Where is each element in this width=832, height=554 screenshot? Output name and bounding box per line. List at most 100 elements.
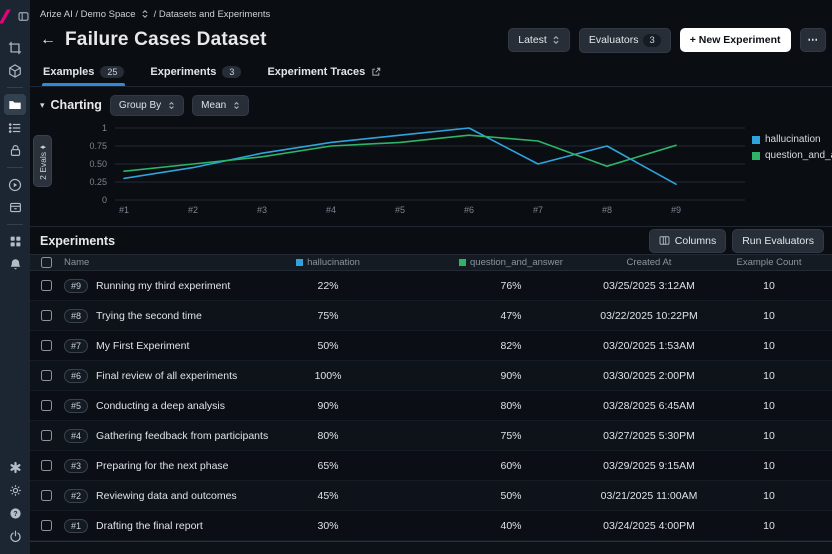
table-header-row: Name hallucination question_and_answer C… bbox=[30, 254, 832, 271]
copilot-flower-icon[interactable] bbox=[4, 457, 26, 478]
created-at: 03/20/2025 1:53AM bbox=[586, 340, 712, 352]
column-header-name[interactable]: Name bbox=[64, 257, 280, 268]
evals-count-label: 2 Evals bbox=[38, 152, 48, 180]
svg-text:#7: #7 bbox=[533, 205, 543, 215]
row-checkbox[interactable] bbox=[41, 400, 52, 411]
tab-experiments[interactable]: Experiments 3 bbox=[149, 58, 242, 86]
example-count: 10 bbox=[712, 280, 826, 292]
row-checkbox[interactable] bbox=[41, 280, 52, 291]
example-count: 10 bbox=[712, 400, 826, 412]
row-checkbox[interactable] bbox=[41, 340, 52, 351]
created-at: 03/29/2025 9:15AM bbox=[586, 460, 712, 472]
column-header-question-and-answer[interactable]: question_and_answer bbox=[436, 257, 586, 268]
experiment-number-badge: #2 bbox=[64, 489, 88, 503]
table-row[interactable]: #1 Drafting the final report 30% 40% 03/… bbox=[30, 511, 832, 541]
hallucination-score: 75% bbox=[280, 310, 376, 322]
legend-swatch bbox=[752, 152, 760, 160]
new-experiment-button[interactable]: + New Experiment bbox=[680, 28, 791, 52]
evaluators-button[interactable]: Evaluators 3 bbox=[579, 28, 671, 53]
play-circle-icon[interactable] bbox=[4, 174, 26, 195]
list-icon[interactable] bbox=[4, 117, 26, 138]
archive-icon[interactable] bbox=[4, 197, 26, 218]
experiment-number-badge: #8 bbox=[64, 309, 88, 323]
table-row[interactable]: #6 Final review of all experiments 100% … bbox=[30, 361, 832, 391]
experiment-number-badge: #7 bbox=[64, 339, 88, 353]
experiment-name: Drafting the final report bbox=[96, 520, 203, 532]
aggregation-dropdown[interactable]: Mean bbox=[192, 95, 249, 116]
row-checkbox[interactable] bbox=[41, 310, 52, 321]
tab-experiment-traces[interactable]: Experiment Traces bbox=[266, 58, 382, 86]
trace-icon[interactable] bbox=[4, 37, 26, 58]
settings-gear-icon[interactable] bbox=[4, 480, 26, 501]
svg-text:#5: #5 bbox=[395, 205, 405, 215]
row-checkbox[interactable] bbox=[41, 460, 52, 471]
question-and-answer-swatch bbox=[459, 259, 466, 266]
row-checkbox[interactable] bbox=[41, 520, 52, 531]
select-all-checkbox[interactable] bbox=[41, 257, 52, 268]
datasets-folder-icon[interactable] bbox=[4, 94, 26, 115]
back-arrow-icon[interactable]: ← bbox=[40, 32, 56, 48]
evaluators-count-badge: 3 bbox=[643, 34, 660, 47]
apps-grid-icon[interactable] bbox=[4, 231, 26, 252]
latest-dropdown[interactable]: Latest bbox=[508, 28, 570, 52]
lock-icon[interactable] bbox=[4, 140, 26, 161]
row-checkbox[interactable] bbox=[41, 370, 52, 381]
package-icon[interactable] bbox=[4, 60, 26, 81]
experiments-section: Experiments Columns Run Evaluators Name bbox=[30, 226, 832, 541]
group-by-dropdown[interactable]: Group By bbox=[110, 95, 184, 116]
svg-text:0: 0 bbox=[102, 195, 107, 205]
charting-controls: ▾ Charting Group By Mean bbox=[30, 87, 832, 118]
title-row: ← Failure Cases Dataset Latest Evaluator… bbox=[30, 26, 832, 58]
evals-expander[interactable]: ◂▸ 2 Evals bbox=[33, 135, 52, 187]
question-and-answer-score: 82% bbox=[436, 340, 586, 352]
legend-swatch bbox=[752, 136, 760, 144]
experiment-number-badge: #6 bbox=[64, 369, 88, 383]
arize-logo-icon[interactable] bbox=[0, 6, 16, 27]
breadcrumb-section[interactable]: / Datasets and Experiments bbox=[154, 9, 271, 20]
run-evaluators-button[interactable]: Run Evaluators bbox=[732, 229, 824, 253]
breadcrumb-space[interactable]: Arize AI / Demo Space bbox=[40, 9, 136, 20]
tab-examples[interactable]: Examples 25 bbox=[42, 58, 125, 86]
legend-item-question_and_answer[interactable]: question_and_answer bbox=[752, 150, 832, 161]
expand-horizontal-icon: ◂▸ bbox=[40, 143, 45, 151]
svg-text:#8: #8 bbox=[602, 205, 612, 215]
bell-icon[interactable] bbox=[4, 254, 26, 275]
line-chart-canvas[interactable]: 10.750.500.250#1#2#3#4#5#6#7#8#9 bbox=[30, 118, 832, 218]
more-menu-button[interactable]: ⋯ bbox=[800, 28, 827, 52]
panel-toggle-icon[interactable] bbox=[17, 6, 30, 27]
svg-text:#6: #6 bbox=[464, 205, 474, 215]
table-row[interactable]: #4 Gathering feedback from participants … bbox=[30, 421, 832, 451]
footer-strip bbox=[30, 541, 832, 554]
experiment-name: Running my third experiment bbox=[96, 280, 230, 292]
column-header-example-count[interactable]: Example Count bbox=[712, 257, 826, 268]
created-at: 03/27/2025 5:30PM bbox=[586, 430, 712, 442]
table-row[interactable]: #8 Trying the second time 75% 47% 03/22/… bbox=[30, 301, 832, 331]
question-and-answer-score: 75% bbox=[436, 430, 586, 442]
svg-text:0.50: 0.50 bbox=[89, 159, 107, 169]
table-row[interactable]: #2 Reviewing data and outcomes 45% 50% 0… bbox=[30, 481, 832, 511]
column-header-created-at[interactable]: Created At bbox=[586, 257, 712, 268]
column-header-hallucination[interactable]: hallucination bbox=[280, 257, 376, 268]
table-row[interactable]: #5 Conducting a deep analysis 90% 80% 03… bbox=[30, 391, 832, 421]
collapse-caret-icon[interactable]: ▾ bbox=[40, 100, 45, 111]
external-link-icon bbox=[371, 67, 381, 77]
charting-section-title[interactable]: ▾ Charting bbox=[40, 98, 102, 112]
hallucination-score: 80% bbox=[280, 430, 376, 442]
experiment-number-badge: #3 bbox=[64, 459, 88, 473]
question-and-answer-score: 50% bbox=[436, 490, 586, 502]
evals-chart[interactable]: 10.750.500.250#1#2#3#4#5#6#7#8#9 ◂▸ 2 Ev… bbox=[30, 118, 832, 226]
help-icon[interactable]: ? bbox=[4, 503, 26, 524]
created-at: 03/22/2025 10:22PM bbox=[586, 310, 712, 322]
row-checkbox[interactable] bbox=[41, 490, 52, 501]
experiments-table-body: #9 Running my third experiment 22% 76% 0… bbox=[30, 271, 832, 541]
legend-item-hallucination[interactable]: hallucination bbox=[752, 134, 832, 145]
columns-button[interactable]: Columns bbox=[649, 229, 726, 253]
row-checkbox[interactable] bbox=[41, 430, 52, 441]
power-icon[interactable] bbox=[4, 526, 26, 547]
table-row[interactable]: #9 Running my third experiment 22% 76% 0… bbox=[30, 271, 832, 301]
experiment-name: Gathering feedback from participants bbox=[96, 430, 268, 442]
table-row[interactable]: #3 Preparing for the next phase 65% 60% … bbox=[30, 451, 832, 481]
sidebar-divider bbox=[7, 224, 23, 225]
space-selector-icon[interactable] bbox=[141, 9, 149, 19]
table-row[interactable]: #7 My First Experiment 50% 82% 03/20/202… bbox=[30, 331, 832, 361]
